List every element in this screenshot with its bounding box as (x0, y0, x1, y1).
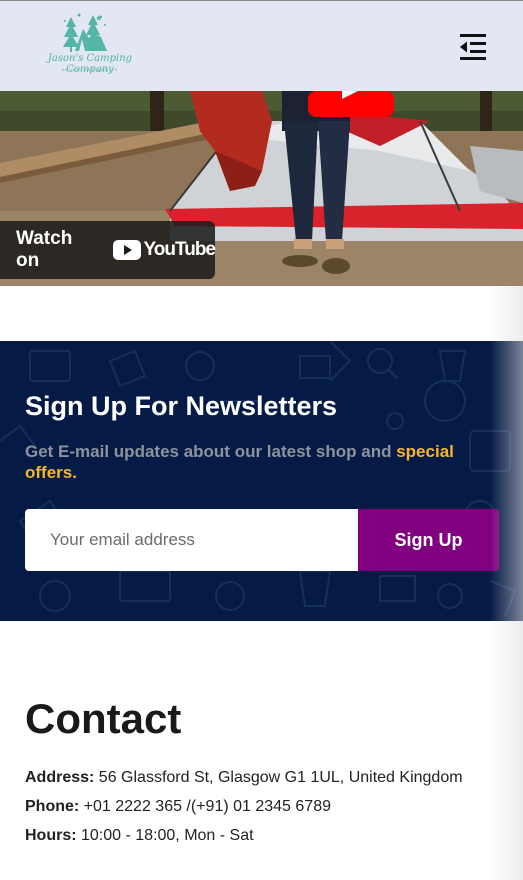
hours-value: 10:00 - 18:00, Mon - Sat (76, 827, 254, 844)
menu-toggle-button[interactable] (456, 31, 490, 63)
youtube-play-icon (112, 240, 141, 260)
youtube-logo: YouTube (112, 239, 216, 261)
hours-label: Hours: (25, 827, 77, 844)
sign-up-button[interactable]: Sign Up (358, 509, 499, 571)
address-value: 56 Glassford St, Glasgow G1 1UL, United … (94, 769, 463, 786)
contact-title: Contact (25, 695, 182, 742)
contact-address: Address: 56 Glassford St, Glasgow G1 1UL… (25, 769, 463, 787)
email-input[interactable] (25, 509, 358, 571)
logo-subtext: ADVENTURE AWAITS (61, 67, 119, 72)
phone-label: Phone: (25, 798, 80, 815)
camping-tent-logo-icon (63, 13, 107, 52)
newsletter-description-text: Get E-mail updates about our latest shop… (25, 442, 397, 461)
menu-collapse-icon (460, 34, 486, 60)
contact-phone: Phone: +01 2222 365 /(+91) 01 2345 6789 (25, 798, 331, 816)
site-logo[interactable]: Jason's Camping Company ADVENTURE AWAITS (35, 11, 145, 77)
watch-on-label: Watch on (16, 228, 73, 271)
contact-hours: Hours: 10:00 - 18:00, Mon - Sat (25, 827, 254, 845)
site-header: Jason's Camping Company ADVENTURE AWAITS (0, 0, 523, 91)
newsletter-description: Get E-mail updates about our latest shop… (25, 441, 495, 483)
youtube-wordmark: YouTube (143, 239, 216, 260)
video-embed[interactable]: Watch on YouTube (0, 91, 523, 286)
address-label: Address: (25, 769, 95, 786)
watch-on-youtube-button[interactable]: Watch on YouTube (0, 221, 216, 279)
newsletter-section: Sign Up For Newsletters Get E-mail updat… (0, 341, 523, 621)
newsletter-title: Sign Up For Newsletters (25, 391, 338, 421)
phone-value: +01 2222 365 /(+91) 01 2345 6789 (79, 798, 331, 815)
